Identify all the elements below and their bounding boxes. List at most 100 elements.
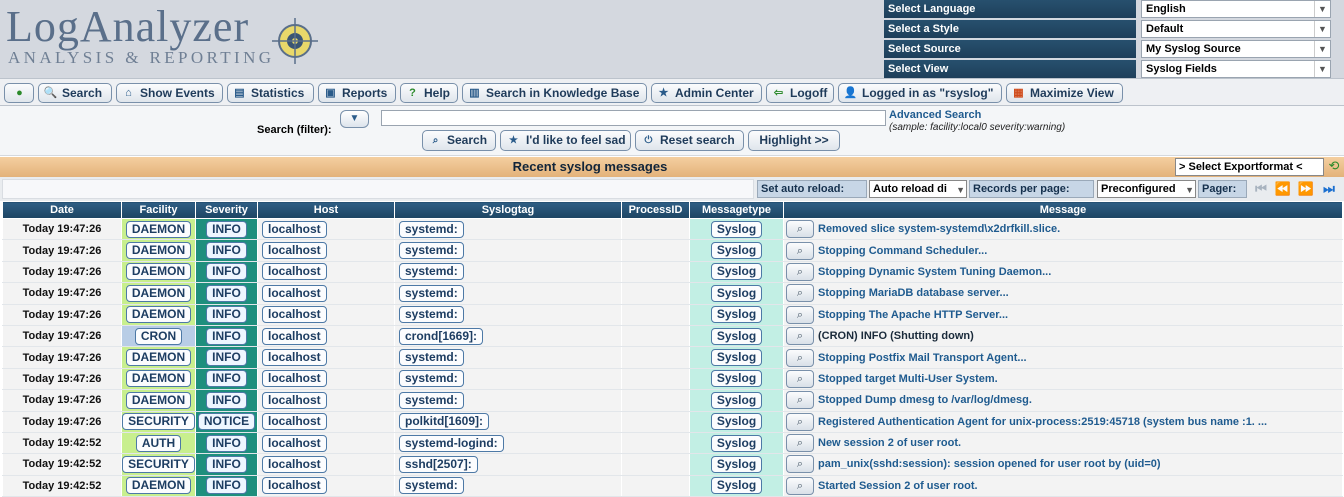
maximize-view-button[interactable]: ▦ Maximize View <box>1006 83 1123 103</box>
next-page-icon[interactable]: ⏩ <box>1296 180 1316 198</box>
help-button[interactable]: ? Help <box>400 83 458 103</box>
syslogtag-badge[interactable]: systemd: <box>399 370 464 388</box>
facility-badge[interactable]: DAEMON <box>125 306 192 324</box>
knowledge-base-button[interactable]: ▥ Search in Knowledge Base <box>462 83 647 103</box>
message-details-icon[interactable]: ⌕ <box>786 327 814 346</box>
messagetype-badge[interactable]: Syslog <box>710 391 763 409</box>
column-header-severity[interactable]: Severity <box>195 201 258 219</box>
column-header-date[interactable]: Date <box>2 201 122 219</box>
severity-badge[interactable]: INFO <box>206 327 247 345</box>
facility-badge[interactable]: DAEMON <box>125 242 192 260</box>
language-select[interactable]: English ▼ <box>1141 0 1331 18</box>
message-details-icon[interactable]: ⌕ <box>786 369 814 388</box>
last-page-icon[interactable]: ⏭ <box>1319 180 1339 198</box>
message-link[interactable]: Started Session 2 of user root. <box>818 480 978 492</box>
message-details-icon[interactable]: ⌕ <box>786 220 814 239</box>
message-link[interactable]: Stopping MariaDB database server... <box>818 287 1009 299</box>
message-details-icon[interactable]: ⌕ <box>786 284 814 303</box>
facility-badge[interactable]: DAEMON <box>125 220 192 238</box>
host-badge[interactable]: localhost <box>262 413 327 431</box>
syslogtag-badge[interactable]: systemd: <box>399 391 464 409</box>
syslogtag-badge[interactable]: systemd: <box>399 349 464 367</box>
severity-badge[interactable]: INFO <box>206 263 247 281</box>
syslogtag-badge[interactable]: systemd: <box>399 220 464 238</box>
reset-search-button[interactable]: ⏻ Reset search <box>635 130 744 151</box>
search-button[interactable]: ⌕ Search <box>422 130 496 151</box>
messagetype-badge[interactable]: Syslog <box>710 434 763 452</box>
message-link[interactable]: Stopped Dump dmesg to /var/log/dmesg. <box>818 394 1032 406</box>
reports-button[interactable]: ▣ Reports <box>318 83 396 103</box>
logoff-button[interactable]: ⇦ Logoff <box>766 83 834 103</box>
facility-badge[interactable]: AUTH <box>135 434 182 452</box>
severity-badge[interactable]: INFO <box>206 434 247 452</box>
host-badge[interactable]: localhost <box>262 242 327 260</box>
logged-in-button[interactable]: 👤 Logged in as "rsyslog" <box>838 83 1002 103</box>
facility-badge[interactable]: SECURITY <box>122 455 195 473</box>
message-details-icon[interactable]: ⌕ <box>786 476 814 495</box>
column-header-message[interactable]: Message <box>783 201 1343 219</box>
syslogtag-badge[interactable]: crond[1669]: <box>399 327 484 345</box>
style-select[interactable]: Default ▼ <box>1141 20 1331 38</box>
host-badge[interactable]: localhost <box>262 327 327 345</box>
message-details-icon[interactable]: ⌕ <box>786 305 814 324</box>
message-details-icon[interactable]: ⌕ <box>786 455 814 474</box>
view-select[interactable]: Syslog Fields ▼ <box>1141 60 1331 78</box>
messagetype-badge[interactable]: Syslog <box>710 242 763 260</box>
severity-badge[interactable]: INFO <box>206 306 247 324</box>
syslogtag-badge[interactable]: systemd: <box>399 306 464 324</box>
facility-badge[interactable]: DAEMON <box>125 349 192 367</box>
column-header-facility[interactable]: Facility <box>121 201 196 219</box>
messagetype-badge[interactable]: Syslog <box>710 455 763 473</box>
show-events-button[interactable]: ⌂ Show Events <box>116 83 223 103</box>
host-badge[interactable]: localhost <box>262 434 327 452</box>
column-header-processid[interactable]: ProcessID <box>621 201 690 219</box>
facility-badge[interactable]: DAEMON <box>125 391 192 409</box>
messagetype-badge[interactable]: Syslog <box>710 349 763 367</box>
source-select[interactable]: My Syslog Source ▼ <box>1141 40 1331 58</box>
facility-badge[interactable]: DAEMON <box>125 370 192 388</box>
host-badge[interactable]: localhost <box>262 306 327 324</box>
message-link[interactable]: Stopping Dynamic System Tuning Daemon... <box>818 266 1051 278</box>
facility-badge[interactable]: DAEMON <box>125 284 192 302</box>
messagetype-badge[interactable]: Syslog <box>710 413 763 431</box>
message-link[interactable]: Stopping Postfix Mail Transport Agent... <box>818 352 1027 364</box>
host-badge[interactable]: localhost <box>262 349 327 367</box>
feel-sad-button[interactable]: ★ I'd like to feel sad <box>500 130 631 151</box>
records-per-page-select[interactable]: Preconfigured ▼ <box>1097 180 1196 198</box>
search-options-button[interactable]: ▼ <box>340 110 369 128</box>
search-input[interactable] <box>381 110 886 126</box>
host-badge[interactable]: localhost <box>262 477 327 495</box>
severity-badge[interactable]: INFO <box>206 220 247 238</box>
message-link[interactable]: Stopping The Apache HTTP Server... <box>818 309 1008 321</box>
syslogtag-badge[interactable]: polkitd[1609]: <box>399 413 490 431</box>
facility-badge[interactable]: DAEMON <box>125 477 192 495</box>
severity-badge[interactable]: INFO <box>206 370 247 388</box>
severity-badge[interactable]: INFO <box>206 349 247 367</box>
message-details-icon[interactable]: ⌕ <box>786 262 814 281</box>
message-link[interactable]: Stopped target Multi-User System. <box>818 373 998 385</box>
admin-center-button[interactable]: ★ Admin Center <box>651 83 762 103</box>
column-header-syslogtag[interactable]: Syslogtag <box>394 201 622 219</box>
message-link[interactable]: Removed slice system-systemd\x2drfkill.s… <box>818 223 1060 235</box>
facility-badge[interactable]: SECURITY <box>122 413 195 431</box>
logo[interactable]: LogAnalyzer ANALYSIS & REPORTING <box>4 4 334 74</box>
message-link[interactable]: (CRON) INFO (Shutting down) <box>818 330 974 342</box>
messagetype-badge[interactable]: Syslog <box>710 263 763 281</box>
first-page-icon[interactable]: ⏮ <box>1251 180 1271 198</box>
home-button[interactable]: ● <box>4 83 34 103</box>
host-badge[interactable]: localhost <box>262 455 327 473</box>
message-details-icon[interactable]: ⌕ <box>786 391 814 410</box>
severity-badge[interactable]: NOTICE <box>197 413 256 431</box>
column-header-host[interactable]: Host <box>257 201 395 219</box>
column-header-messagetype[interactable]: Messagetype <box>689 201 784 219</box>
export-format-select[interactable]: > Select Exportformat < <box>1175 158 1324 176</box>
severity-badge[interactable]: INFO <box>206 455 247 473</box>
host-badge[interactable]: localhost <box>262 370 327 388</box>
severity-badge[interactable]: INFO <box>206 284 247 302</box>
auto-reload-select[interactable]: Auto reload di ▼ <box>869 180 967 198</box>
severity-badge[interactable]: INFO <box>206 242 247 260</box>
messagetype-badge[interactable]: Syslog <box>710 220 763 238</box>
message-link[interactable]: New session 2 of user root. <box>818 437 961 449</box>
syslogtag-badge[interactable]: systemd: <box>399 477 464 495</box>
messagetype-badge[interactable]: Syslog <box>710 327 763 345</box>
